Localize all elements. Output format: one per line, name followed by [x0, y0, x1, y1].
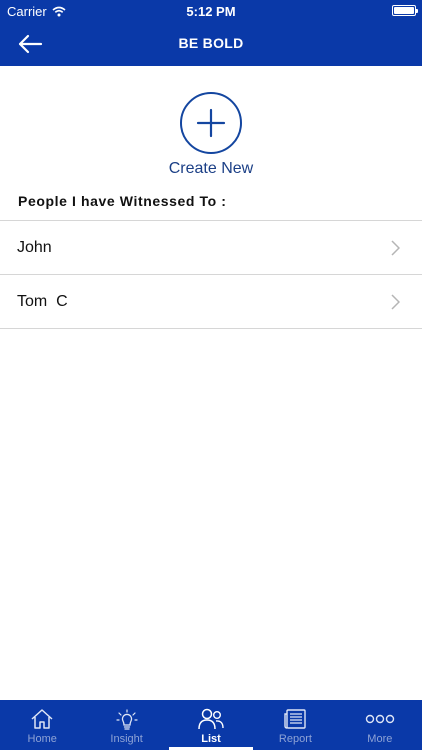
people-icon — [198, 708, 224, 730]
list-item[interactable]: John — [0, 221, 422, 275]
create-new-label[interactable]: Create New — [169, 160, 253, 178]
status-bar: Carrier 5:12 PM — [0, 0, 422, 22]
status-time: 5:12 PM — [186, 4, 236, 19]
tab-label: Report — [278, 733, 312, 745]
tab-label: List — [201, 733, 221, 745]
list-item[interactable]: Tom C — [0, 275, 422, 329]
create-new-section: Create New — [0, 92, 422, 178]
plus-icon — [196, 108, 226, 138]
nav-bar: BE BOLD — [0, 22, 422, 66]
person-name: Tom C — [17, 293, 68, 310]
page-title: BE BOLD — [178, 35, 244, 51]
tab-label: More — [367, 733, 393, 745]
tab-report[interactable]: Report — [253, 700, 337, 750]
tab-home[interactable]: Home — [0, 700, 84, 750]
newspaper-icon — [284, 709, 307, 729]
header: Carrier 5:12 PM BE BOLD — [0, 0, 422, 66]
tab-more[interactable]: More — [338, 700, 422, 750]
tab-insight[interactable]: Insight — [84, 700, 168, 750]
people-list: John Tom C — [0, 220, 422, 329]
home-icon — [31, 709, 53, 729]
battery-icon — [392, 5, 418, 16]
more-icon — [365, 714, 395, 724]
chevron-right-icon — [391, 294, 400, 310]
tab-label: Insight — [110, 733, 143, 745]
chevron-right-icon — [391, 240, 400, 256]
create-new-button[interactable] — [180, 92, 242, 154]
section-title: People I have Witnessed To : — [18, 193, 227, 209]
person-name: John — [17, 239, 52, 256]
tab-bar: Home Insight List Report More — [0, 700, 422, 750]
tab-list[interactable]: List — [168, 700, 254, 750]
lightbulb-icon — [116, 709, 138, 730]
tab-label: Home — [27, 733, 57, 745]
